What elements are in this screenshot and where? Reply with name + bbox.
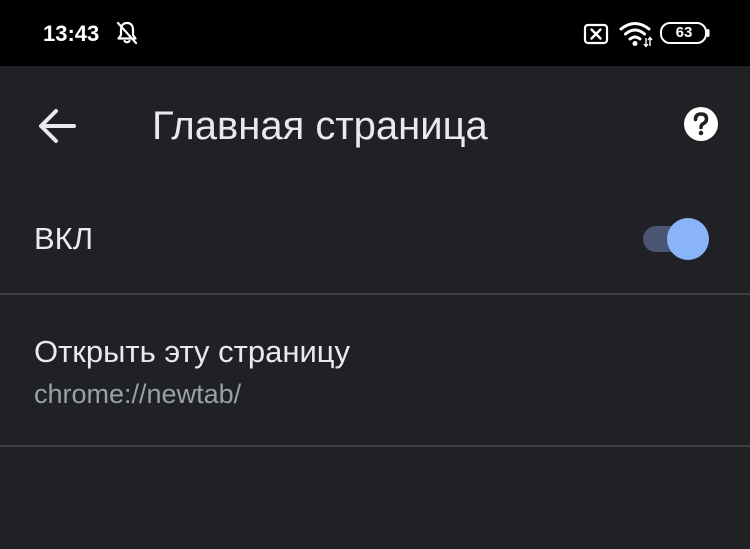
homepage-switch[interactable] xyxy=(641,216,713,260)
status-time: 13:43 xyxy=(43,21,100,46)
toggle-label: ВКЛ xyxy=(34,221,94,256)
battery-level: 63 xyxy=(675,24,693,41)
toolbar: Главная страница xyxy=(0,66,750,184)
divider xyxy=(0,445,750,447)
sim-off-icon xyxy=(583,23,609,45)
homepage-toggle-row[interactable]: ВКЛ xyxy=(0,184,750,293)
switch-thumb xyxy=(667,218,709,260)
arrow-back-icon[interactable] xyxy=(32,104,84,148)
open-this-page-row[interactable]: Открыть эту страницу chrome://newtab/ xyxy=(0,295,750,445)
page-title: Главная страница xyxy=(152,104,488,148)
bell-off-icon xyxy=(116,21,138,45)
help-icon[interactable] xyxy=(683,106,719,142)
open-page-url: chrome://newtab/ xyxy=(34,379,242,409)
wifi-icon xyxy=(619,22,653,48)
status-bar: 13:43 63 xyxy=(0,0,750,66)
open-page-title: Открыть эту страницу xyxy=(34,334,351,369)
